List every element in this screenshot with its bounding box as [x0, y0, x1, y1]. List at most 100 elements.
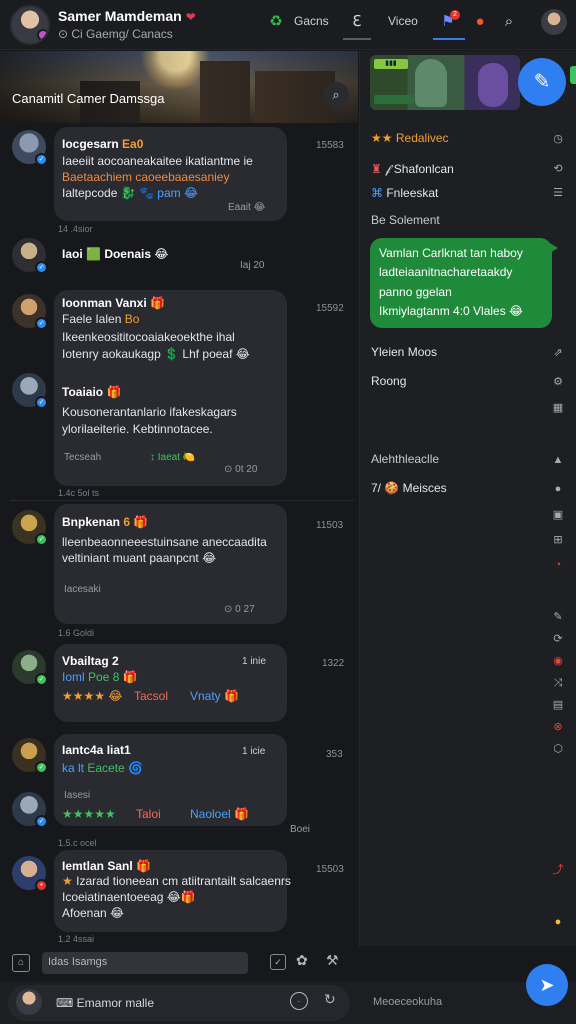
message-tag[interactable]: Vnaty 🎁 [190, 688, 239, 705]
flag-icon: 🟩 [86, 247, 101, 261]
user-avatar[interactable]: ✓ [12, 738, 48, 774]
user-avatar[interactable]: ✓ [12, 238, 48, 274]
user-avatar[interactable]: ✓ [12, 650, 48, 686]
account-avatar[interactable] [541, 9, 567, 35]
message-text: Baetaachiem caoeebaaesaniey [62, 170, 230, 184]
game-thumbnails[interactable]: ▮▮▮ [370, 55, 520, 110]
message-text: Ioml Poe 8 🎁 [62, 670, 138, 684]
right-item[interactable]: Yleien Moos [371, 345, 437, 359]
online-icon: ✓ [35, 761, 48, 774]
controller-icon[interactable]: ℇ [347, 12, 367, 32]
compose-icon: ⌨ [56, 996, 74, 1010]
message-input-row: ⌂ Idas Isamgs ✓ ✿ ⚒ [0, 946, 358, 980]
message-time: 1322 [322, 658, 345, 669]
banner-overlay [0, 51, 358, 123]
message-author[interactable]: Bnpkenan 6 🎁 [62, 515, 148, 529]
user-avatar[interactable]: ✓ [12, 294, 48, 330]
message-author[interactable]: Iantc4a Iiat1 [62, 743, 131, 757]
image-icon[interactable]: ▣ [551, 508, 565, 522]
user-avatar[interactable]: ✓ [12, 510, 48, 546]
folder-icon[interactable]: ▤ [551, 698, 565, 712]
message-tag[interactable]: ↕ Iaeat 🍋 [150, 452, 195, 463]
shuffle-icon[interactable]: ⤨ [551, 676, 565, 690]
message-author[interactable]: Iocgesarn Ea0 [62, 137, 143, 151]
emoji-icon[interactable]: ✿ [296, 952, 308, 969]
message-time: 11503 [316, 520, 344, 531]
right-item[interactable]: ♜ 𝒻 Shafonlcan [371, 162, 454, 177]
divider [10, 500, 354, 501]
emoji-icon[interactable]: · [290, 992, 308, 1010]
profile-avatar[interactable] [10, 5, 50, 45]
message-author[interactable]: Iemtlan Sanl 🎁 [62, 859, 151, 873]
day-separator: 1.4c 5ol ts [58, 488, 100, 498]
highlight-text: ladteiaanitnacharetaakdy [379, 265, 513, 279]
compose-button[interactable]: ✎ [518, 58, 566, 106]
tools-icon[interactable]: ⚒ [326, 952, 339, 969]
composer-label[interactable]: ⌨ Emamor malle [56, 996, 154, 1010]
voice-icon[interactable]: ↻ [324, 991, 336, 1008]
record-icon[interactable]: ◉ [551, 654, 565, 668]
message-text: Iaeeiit aocoaneakaitee ikatiantme ie [62, 154, 253, 168]
message-meta: ⊙ 0t 20 [224, 464, 258, 475]
edit-icon[interactable]: ✎ [551, 610, 565, 624]
message-time: 353 [326, 749, 343, 760]
right-item[interactable]: 7/ 🍪 Meisces [371, 481, 447, 495]
tab-games[interactable]: Gacns [294, 14, 329, 28]
message-text: Kousonerantanlario ifakeskagars [62, 405, 237, 419]
trending-icon[interactable]: ⤴ [551, 863, 565, 877]
clock-icon[interactable]: ◷ [551, 132, 565, 146]
games-icon[interactable]: ♻ [266, 12, 286, 32]
list-icon[interactable]: ☰ [551, 186, 565, 200]
user-avatar[interactable]: • [12, 856, 48, 892]
user-avatar[interactable]: ✓ [12, 130, 48, 166]
day-separator: 14 .4sior [58, 224, 93, 234]
share-icon[interactable]: ⇗ [551, 346, 565, 360]
message-text: Ialtepcode 🐉 🐾 pam 😂 [62, 186, 198, 200]
message-author[interactable]: Vbailtag 2 [62, 654, 119, 668]
day-separator: 1.5.c ocel [58, 838, 97, 848]
section-heading: Alehthleaclle [371, 452, 440, 466]
hero-action-icon[interactable]: ⌕ [323, 82, 349, 108]
message-tag[interactable]: Naoloel 🎁 [190, 806, 249, 823]
refresh-icon[interactable]: ⟳ [551, 632, 565, 646]
sync-icon[interactable]: ⟲ [551, 162, 565, 176]
user-avatar[interactable]: ✓ [12, 373, 48, 409]
tab-underline-active [433, 38, 465, 40]
close-icon[interactable]: ⊗ [551, 720, 565, 734]
message-time: 15592 [316, 303, 344, 314]
tab-videos[interactable]: Viceo [388, 14, 418, 28]
alert-icon[interactable]: ● [470, 12, 490, 32]
message-input[interactable]: Idas Isamgs [42, 952, 248, 974]
image-icon[interactable]: ✓ [270, 954, 286, 970]
highlight-text: panno ggelan [379, 285, 452, 299]
tab-underline [343, 38, 371, 40]
user-avatar[interactable]: ✓ [12, 792, 48, 828]
send-button[interactable]: ➤ [526, 964, 568, 1006]
right-item[interactable]: ★★ Redalivec [371, 131, 449, 145]
attach-icon[interactable]: ⌂ [12, 954, 30, 972]
day-separator: 1.6 Goldi [58, 628, 95, 638]
message-text: Icoeiatinaentoeeag 😂🎁 [62, 890, 196, 904]
clock-icon[interactable]: ◔ [551, 558, 565, 572]
message-meta: Iacesaki [64, 584, 101, 595]
alert-icon[interactable]: ▲ [551, 453, 565, 467]
info-icon[interactable]: ● [551, 482, 565, 496]
location-icon[interactable]: ● [551, 915, 565, 929]
search-icon[interactable]: ⌕ [499, 12, 519, 32]
grid-icon[interactable]: ▦ [551, 401, 565, 415]
message-author[interactable]: Toaiaio 🎁 [62, 385, 121, 399]
shield-icon[interactable]: ⬡ [551, 742, 565, 756]
message-tag[interactable]: Tacsol [134, 688, 168, 705]
gift-icon[interactable]: ⊞ [551, 533, 565, 547]
profile-name: Samer Mamdeman ❤ [58, 8, 196, 24]
verified-icon: ✓ [35, 261, 48, 274]
message-text: ka lt Eacete 🌀 [62, 761, 144, 775]
verified-icon: ✓ [35, 317, 48, 330]
message-author[interactable]: Ioonman Vanxi 🎁 [62, 296, 165, 310]
message-text: veltiniant muant paanpcnt 😂 [62, 551, 217, 565]
message-author[interactable]: Iaoi 🟩 Doenais 😂 [62, 247, 168, 261]
right-item[interactable]: ⌘ Fnleeskat [371, 186, 438, 200]
right-item[interactable]: Roong [371, 374, 406, 388]
message-tag[interactable]: Taloi [136, 806, 161, 823]
settings-icon[interactable]: ⚙ [551, 375, 565, 389]
